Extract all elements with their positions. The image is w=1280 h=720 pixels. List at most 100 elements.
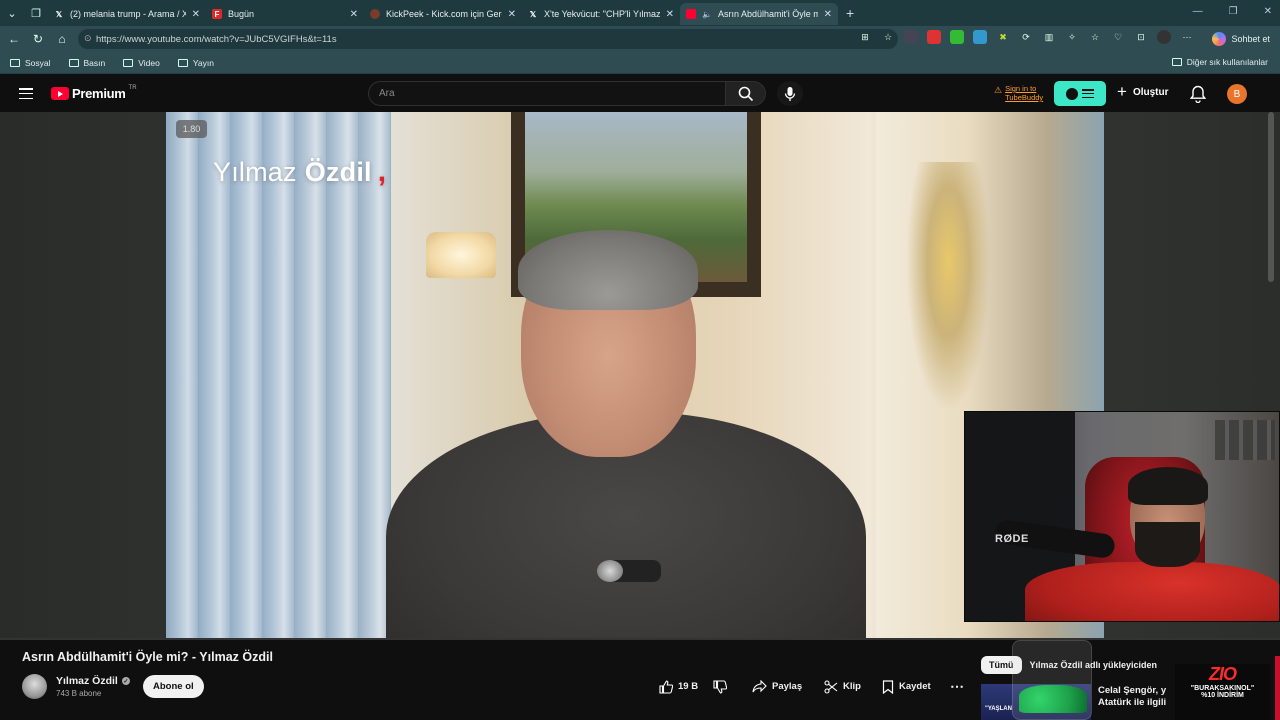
window-controls: — ❐ ✕ [1193, 6, 1272, 17]
favorites-icon[interactable]: ☆ [1088, 30, 1102, 44]
extension-x-icon[interactable]: ✖ [996, 30, 1010, 44]
overlay-red-mark: , [377, 155, 387, 188]
menu-icon[interactable] [19, 88, 33, 99]
webcam-shelf [1215, 420, 1275, 460]
profile-avatar[interactable] [1157, 30, 1171, 44]
close-window-icon[interactable]: ✕ [1264, 6, 1272, 17]
bookmark-label: Yayın [192, 57, 214, 68]
voice-search-button[interactable] [777, 81, 803, 106]
bookmark-folder-sosyal[interactable]: Sosyal [10, 58, 51, 68]
page-scrollbar[interactable] [1268, 112, 1274, 282]
bookmark-save-icon [882, 679, 894, 694]
video-scene-person-hair [518, 230, 698, 310]
channel-name-row[interactable]: Yılmaz Özdil ✓ [56, 675, 130, 687]
dislike-button[interactable] [703, 675, 737, 698]
search-placeholder: Ara [379, 88, 395, 99]
youtube-premium-logo[interactable]: Premium TR [51, 85, 137, 101]
notifications-bell-icon[interactable] [1189, 85, 1207, 108]
url-field[interactable]: ⊙ https://www.youtube.com/watch?v=JUbC5V… [78, 29, 898, 49]
refresh-extension-icon[interactable]: ⟳ [1019, 30, 1033, 44]
split-screen-icon[interactable]: ▥ [1042, 30, 1056, 44]
more-actions-button[interactable]: ⋯ [944, 675, 970, 698]
close-tab-icon[interactable]: ✕ [192, 9, 200, 20]
webcam-person-body [1025, 562, 1279, 621]
overlay-first-name: Yılmaz [213, 157, 297, 187]
other-bookmarks-label: Diğer sık kullanılanlar [1186, 57, 1268, 67]
video-progress-bar[interactable] [0, 638, 1280, 640]
bookmark-folder-yayin[interactable]: Yayın [177, 57, 214, 68]
x-icon: 𝕏 [55, 9, 63, 19]
tubebuddy-line2: TubeBuddy [1005, 93, 1044, 102]
browser-tab-2[interactable]: F Bugün ✕ [206, 3, 364, 25]
bookmark-folder-video[interactable]: Video [123, 58, 160, 68]
account-avatar[interactable]: B [1227, 84, 1247, 104]
webcam-person-beard [1135, 522, 1200, 567]
address-bar-row: ← ↻ ⌂ ⊙ https://www.youtube.com/watch?v=… [0, 26, 1280, 52]
site-info-icon[interactable]: ⊙ [84, 33, 92, 44]
extensions-toolbar: ⊞ ☆ ✖ ⟳ ▥ ✧ ☆ ♡ ⊡ ⋯ [858, 30, 1194, 44]
video-scene-lamp [426, 232, 496, 278]
clip-button[interactable]: Klip [814, 675, 871, 698]
tubebuddy-signin[interactable]: ⚠ Sign in to TubeBuddy [994, 84, 1043, 102]
bookmark-folder-basin[interactable]: Basın [68, 57, 106, 68]
promo-code: "BURAKSAKINOL" [1190, 685, 1255, 692]
like-button[interactable]: 19 B [649, 675, 708, 698]
recommended-video-title[interactable]: Celal Şengör, y Atatürk ile ilgili [1098, 685, 1168, 709]
folder-icon [1171, 58, 1182, 66]
sponsor-logo: ZIO [1209, 664, 1237, 684]
minimize-icon[interactable]: — [1193, 6, 1203, 17]
search-icon [738, 86, 753, 101]
speaker-icon[interactable]: 🔈 [702, 9, 712, 19]
bookmark-label: Basın [83, 57, 106, 68]
extension-red-icon[interactable] [927, 30, 941, 44]
extension-icon[interactable] [904, 30, 918, 44]
close-tab-icon[interactable]: ✕ [824, 9, 832, 20]
verified-check-icon: ✓ [121, 677, 130, 685]
overlay-last-name: Özdil [304, 157, 372, 187]
new-tab-icon[interactable]: + [846, 5, 854, 21]
search-button[interactable] [726, 81, 766, 106]
search-input[interactable]: Ara [368, 81, 726, 106]
tab-title: Asrın Abdülhamit'i Öyle mi? - [718, 9, 818, 19]
screenshot-icon[interactable]: ⊡ [1134, 30, 1148, 44]
subscribe-button[interactable]: Abone ol [143, 675, 204, 698]
video-scene-statue [906, 162, 991, 412]
flipboard-icon: F [212, 9, 222, 19]
reading-mode-icon[interactable]: ⊞ [858, 30, 872, 44]
extension-green-icon[interactable] [950, 30, 964, 44]
donation-jar-overlay [1012, 640, 1092, 720]
create-button[interactable]: + Oluştur [1117, 83, 1169, 100]
thumbs-up-icon [659, 679, 673, 694]
reload-icon[interactable]: ↻ [26, 32, 50, 46]
clip-label: Klip [843, 681, 861, 692]
heart-icon[interactable]: ♡ [1111, 30, 1125, 44]
tab-list-chevron-icon[interactable]: ⌄ [0, 0, 24, 26]
copilot-chat-button[interactable]: Sohbet et [1212, 30, 1270, 48]
folder-icon [123, 58, 134, 67]
webcam-person-hair [1128, 467, 1208, 505]
translate-icon[interactable] [973, 30, 987, 44]
browser-tab-3[interactable]: KickPeek - Kick.com için Gerçek Za ✕ [364, 3, 522, 25]
favorite-star-icon[interactable]: ☆ [881, 30, 895, 44]
other-bookmarks[interactable]: Diğer sık kullanılanlar [1171, 57, 1268, 67]
promo-discount: %10 İNDİRİM [1201, 692, 1244, 699]
extensions-puzzle-icon[interactable]: ✧ [1065, 30, 1079, 44]
tubebuddy-button[interactable] [1054, 81, 1106, 106]
share-button[interactable]: Paylaş [742, 675, 812, 698]
close-tab-icon[interactable]: ✕ [350, 9, 358, 20]
save-button[interactable]: Kaydet [872, 675, 941, 698]
workspaces-icon[interactable]: ❐ [24, 0, 48, 26]
maximize-icon[interactable]: ❐ [1229, 6, 1238, 17]
browser-tab-4[interactable]: 𝕏 X'te Yekvücut: "CHP'li Yılmaz Ö ✕ [522, 3, 680, 25]
tab-title: X'te Yekvücut: "CHP'li Yılmaz Ö [544, 9, 660, 19]
close-tab-icon[interactable]: ✕ [508, 9, 516, 20]
rode-mic-label: RØDE [995, 533, 1029, 545]
close-tab-icon[interactable]: ✕ [666, 9, 674, 20]
back-icon[interactable]: ← [2, 32, 26, 46]
browser-tab-5-active[interactable]: 🔈 Asrın Abdülhamit'i Öyle mi? - ✕ [680, 3, 838, 25]
browser-menu-icon[interactable]: ⋯ [1180, 30, 1194, 44]
folder-icon [10, 58, 20, 67]
channel-avatar[interactable] [22, 674, 47, 699]
home-icon[interactable]: ⌂ [50, 32, 74, 46]
browser-tab-1[interactable]: 𝕏 (2) melania trump - Arama / X ✕ [48, 3, 206, 25]
